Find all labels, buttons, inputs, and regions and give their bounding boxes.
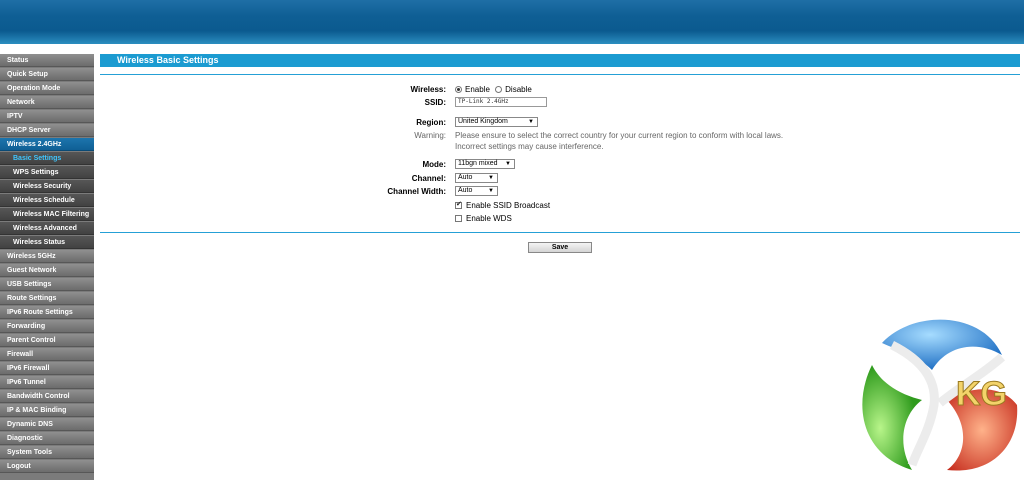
- sidebar-item-forwarding[interactable]: Forwarding: [0, 320, 94, 333]
- mode-select[interactable]: 11bgn mixed ▼: [455, 159, 515, 169]
- region-label: Region:: [416, 118, 446, 127]
- sidebar: Status Quick Setup Operation Mode Networ…: [0, 54, 94, 480]
- region-select-value: United Kingdom: [458, 118, 508, 125]
- channel-select[interactable]: Auto ▼: [455, 173, 498, 183]
- sidebar-item-iptv[interactable]: IPTV: [0, 110, 94, 123]
- chevron-down-icon: ▼: [528, 119, 534, 125]
- channel-width-label: Channel Width:: [387, 187, 446, 196]
- wireless-radio-group: Enable Disable: [455, 85, 532, 94]
- sidebar-item-ipv6-route-settings[interactable]: IPv6 Route Settings: [0, 306, 94, 319]
- sidebar-item-dynamic-dns[interactable]: Dynamic DNS: [0, 418, 94, 431]
- sidebar-item-system-tools[interactable]: System Tools: [0, 446, 94, 459]
- sidebar-item-wireless-5ghz[interactable]: Wireless 5GHz: [0, 250, 94, 263]
- sidebar-item-wireless-2-4ghz[interactable]: Wireless 2.4GHz: [0, 138, 94, 151]
- page-title: Wireless Basic Settings: [100, 54, 1020, 67]
- sidebar-subitem-wireless-security[interactable]: Wireless Security: [0, 180, 94, 193]
- sidebar-item-firewall[interactable]: Firewall: [0, 348, 94, 361]
- sidebar-subitem-wps-settings[interactable]: WPS Settings: [0, 166, 94, 179]
- ssid-broadcast-row: Enable SSID Broadcast: [455, 200, 551, 210]
- warning-line-2: Incorrect settings may cause interferenc…: [455, 142, 604, 151]
- warning-text: Please ensure to select the correct coun…: [455, 130, 783, 152]
- ssid-broadcast-label: Enable SSID Broadcast: [466, 201, 551, 210]
- warning-label: Warning:: [414, 131, 446, 140]
- chevron-down-icon: ▼: [488, 188, 494, 194]
- sidebar-subitem-wireless-schedule[interactable]: Wireless Schedule: [0, 194, 94, 207]
- sidebar-item-guest-network[interactable]: Guest Network: [0, 264, 94, 277]
- sidebar-item-usb-settings[interactable]: USB Settings: [0, 278, 94, 291]
- divider-top: [100, 74, 1020, 75]
- mode-select-value: 11bgn mixed: [458, 160, 498, 167]
- wireless-disable-label: Disable: [505, 85, 532, 94]
- channel-width-select[interactable]: Auto ▼: [455, 186, 498, 196]
- sidebar-item-status[interactable]: Status: [0, 54, 94, 67]
- ssid-input[interactable]: TP-Link 2.4GHz: [455, 97, 547, 107]
- sidebar-item-ipv6-firewall[interactable]: IPv6 Firewall: [0, 362, 94, 375]
- sidebar-subitem-wireless-mac-filtering[interactable]: Wireless MAC Filtering: [0, 208, 94, 221]
- sidebar-item-network[interactable]: Network: [0, 96, 94, 109]
- channel-select-value: Auto: [458, 174, 473, 181]
- kg-logo-text: KG: [956, 375, 1007, 413]
- sidebar-item-ip-mac-binding[interactable]: IP & MAC Binding: [0, 404, 94, 417]
- wireless-label: Wireless:: [410, 85, 447, 94]
- ssid-label: SSID:: [424, 98, 446, 107]
- sidebar-item-route-settings[interactable]: Route Settings: [0, 292, 94, 305]
- sidebar-item-dhcp-server[interactable]: DHCP Server: [0, 124, 94, 137]
- sidebar-item-operation-mode[interactable]: Operation Mode: [0, 82, 94, 95]
- sidebar-subitem-basic-settings[interactable]: Basic Settings: [0, 152, 94, 165]
- save-button[interactable]: Save: [528, 242, 592, 253]
- mode-label: Mode:: [422, 160, 446, 169]
- wds-row: Enable WDS: [455, 214, 512, 223]
- chevron-down-icon: ▼: [505, 161, 511, 167]
- sidebar-item-bandwidth-control[interactable]: Bandwidth Control: [0, 390, 94, 403]
- header-banner: [0, 0, 1024, 44]
- wireless-disable-radio[interactable]: [495, 86, 503, 93]
- ssid-broadcast-checkbox[interactable]: [455, 200, 462, 209]
- sidebar-subitem-wireless-advanced[interactable]: Wireless Advanced: [0, 222, 94, 235]
- sidebar-item-parent-control[interactable]: Parent Control: [0, 334, 94, 347]
- wds-checkbox[interactable]: [455, 215, 462, 222]
- channel-label: Channel:: [411, 174, 446, 183]
- chevron-down-icon: ▼: [488, 175, 494, 181]
- region-select[interactable]: United Kingdom ▼: [455, 117, 538, 127]
- divider-bottom: [100, 232, 1020, 233]
- sidebar-item-logout[interactable]: Logout: [0, 460, 94, 473]
- channel-width-select-value: Auto: [458, 187, 473, 194]
- wds-label: Enable WDS: [466, 214, 512, 223]
- kg-logo-watermark: KG: [862, 319, 1018, 471]
- sidebar-item-diagnostic[interactable]: Diagnostic: [0, 432, 94, 445]
- sidebar-item-quick-setup[interactable]: Quick Setup: [0, 68, 94, 81]
- warning-line-1: Please ensure to select the correct coun…: [455, 131, 784, 140]
- wireless-enable-label: Enable: [465, 85, 490, 94]
- sidebar-item-ipv6-tunnel[interactable]: IPv6 Tunnel: [0, 376, 94, 389]
- wireless-enable-radio[interactable]: [455, 86, 462, 93]
- sidebar-subitem-wireless-status[interactable]: Wireless Status: [0, 236, 94, 249]
